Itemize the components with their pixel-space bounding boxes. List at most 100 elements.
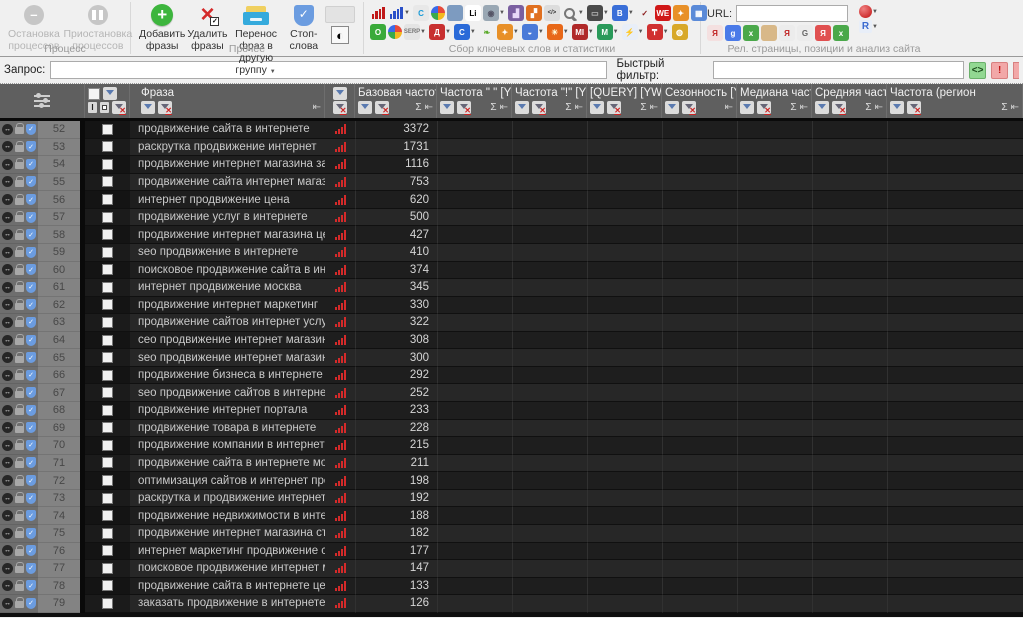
filter-edit-icon[interactable] (141, 101, 155, 114)
add-phrases-button[interactable]: + Добавить фразы (139, 3, 185, 76)
empty-value-cell[interactable] (512, 349, 587, 367)
empty-value-cell[interactable] (737, 349, 812, 367)
lock-row-icon[interactable] (15, 316, 24, 328)
empty-value-cell[interactable] (812, 419, 887, 438)
shield-row-icon[interactable]: ✓ (26, 597, 36, 609)
base-frequency-cell[interactable]: 177 (355, 542, 437, 561)
row-checkbox[interactable] (102, 457, 113, 469)
phrase-cell[interactable]: сео продвижение интернет магазина (130, 331, 325, 350)
eraser-icon[interactable] (761, 25, 777, 41)
filter-edit-icon[interactable] (890, 101, 904, 114)
empty-value-cell[interactable] (887, 454, 1023, 473)
row-checkbox[interactable] (102, 158, 113, 170)
sync-row-icon[interactable]: ↔ (2, 492, 13, 504)
mi-icon[interactable]: MI (571, 24, 588, 40)
empty-value-cell[interactable] (662, 507, 737, 525)
trend-cell[interactable] (325, 507, 355, 525)
chevron-down-icon[interactable]: ▼ (563, 29, 569, 35)
phrase-cell[interactable]: продвижение услуг в интернете (130, 208, 325, 227)
empty-value-cell[interactable] (887, 402, 1023, 420)
globe-gold-icon[interactable]: ◍ (671, 24, 688, 40)
shield-row-icon[interactable]: ✓ (26, 141, 36, 153)
empty-value-cell[interactable] (662, 208, 737, 227)
empty-value-cell[interactable] (737, 243, 812, 262)
empty-value-cell[interactable] (587, 454, 662, 473)
hand-orange-icon[interactable]: ✦ (672, 5, 689, 21)
spy-icon[interactable]: ◒ (521, 24, 538, 40)
phrase-cell[interactable]: продвижение интернет магазина цена (130, 226, 325, 244)
empty-value-cell[interactable] (587, 402, 662, 420)
trend-cell[interactable] (325, 489, 355, 508)
lock-row-icon[interactable] (15, 175, 24, 187)
empty-value-cell[interactable] (737, 419, 812, 438)
empty-value-cell[interactable] (512, 542, 587, 561)
base-frequency-cell[interactable]: 198 (355, 472, 437, 490)
empty-value-cell[interactable] (437, 595, 512, 613)
empty-value-cell[interactable] (587, 524, 662, 543)
empty-value-cell[interactable] (887, 507, 1023, 525)
base-frequency-cell[interactable]: 1731 (355, 138, 437, 157)
base-frequency-cell[interactable]: 147 (355, 560, 437, 578)
row-checkbox[interactable] (102, 123, 113, 135)
empty-value-cell[interactable] (737, 542, 812, 561)
shield-row-icon[interactable]: ✓ (26, 334, 36, 346)
empty-value-cell[interactable] (587, 173, 662, 192)
empty-value-cell[interactable] (662, 173, 737, 192)
empty-value-cell[interactable] (437, 524, 512, 543)
row-checkbox[interactable] (102, 545, 113, 557)
row-checkbox[interactable] (102, 264, 113, 276)
phrase-cell[interactable]: заказать продвижение в интернете (130, 595, 325, 613)
row-checkbox[interactable] (102, 510, 113, 522)
empty-value-cell[interactable] (812, 454, 887, 473)
empty-value-cell[interactable] (737, 472, 812, 490)
lock-row-icon[interactable] (15, 351, 24, 363)
trend-cell[interactable] (325, 121, 355, 139)
sum-sigma-icon[interactable]: Σ (1001, 102, 1007, 113)
empty-value-cell[interactable] (587, 331, 662, 350)
pin-column-icon[interactable]: ⇤ (725, 102, 733, 113)
google-g-icon[interactable]: g (725, 25, 741, 41)
phrase-cell[interactable]: продвижение компании в интернете (130, 437, 325, 455)
pin-column-icon[interactable]: ⇤ (575, 102, 583, 113)
serp-icon[interactable]: SERP (404, 24, 420, 40)
empty-value-cell[interactable] (437, 349, 512, 367)
sync-row-icon[interactable]: ↔ (2, 580, 13, 592)
trend-cell[interactable] (325, 261, 355, 280)
empty-value-cell[interactable] (512, 156, 587, 174)
empty-value-cell[interactable] (587, 419, 662, 438)
numeric-column-header[interactable]: Сезонность [YW ✕ ⇤ (662, 84, 737, 118)
trend-cell[interactable] (325, 138, 355, 157)
filter-edit-icon[interactable] (515, 101, 529, 114)
chart-orange-icon[interactable]: ▞ (525, 5, 542, 21)
empty-value-cell[interactable] (587, 296, 662, 315)
empty-value-cell[interactable] (587, 191, 662, 209)
shield-row-icon[interactable]: ✓ (26, 475, 36, 487)
empty-value-cell[interactable] (737, 507, 812, 525)
empty-value-cell[interactable] (887, 560, 1023, 578)
empty-value-cell[interactable] (512, 261, 587, 280)
empty-value-cell[interactable] (587, 366, 662, 385)
phrase-cell[interactable]: раскрутка продвижение интернет (130, 138, 325, 157)
sync-row-icon[interactable]: ↔ (2, 211, 13, 223)
chevron-down-icon[interactable]: ▼ (404, 10, 410, 16)
trend-cell[interactable] (325, 542, 355, 561)
shield-row-icon[interactable]: ✓ (26, 281, 36, 293)
chevron-down-icon[interactable]: ▼ (628, 10, 634, 16)
empty-value-cell[interactable] (662, 542, 737, 561)
empty-value-cell[interactable] (887, 542, 1023, 561)
row-checkbox[interactable] (102, 597, 113, 609)
shield-row-icon[interactable]: ✓ (26, 264, 36, 276)
filter-clear-icon[interactable]: ✕ (158, 101, 172, 115)
move-phrases-button[interactable]: Перенос фраз в другую группу ▼ (230, 3, 283, 76)
numeric-column-header[interactable]: Частота (регион ✕ Σ ⇤ (887, 84, 1023, 118)
phrase-cell[interactable]: seo продвижение интернет магазина (130, 349, 325, 367)
row-checkbox[interactable] (102, 580, 113, 592)
m-green-icon[interactable]: M (596, 24, 613, 40)
empty-value-cell[interactable] (587, 243, 662, 262)
empty-value-cell[interactable] (587, 138, 662, 157)
base-frequency-cell[interactable]: 211 (355, 454, 437, 473)
empty-value-cell[interactable] (737, 121, 812, 139)
empty-value-cell[interactable] (437, 121, 512, 139)
numeric-column-header[interactable]: Медиана частот ✕ Σ ⇤ (737, 84, 812, 118)
empty-value-cell[interactable] (737, 454, 812, 473)
